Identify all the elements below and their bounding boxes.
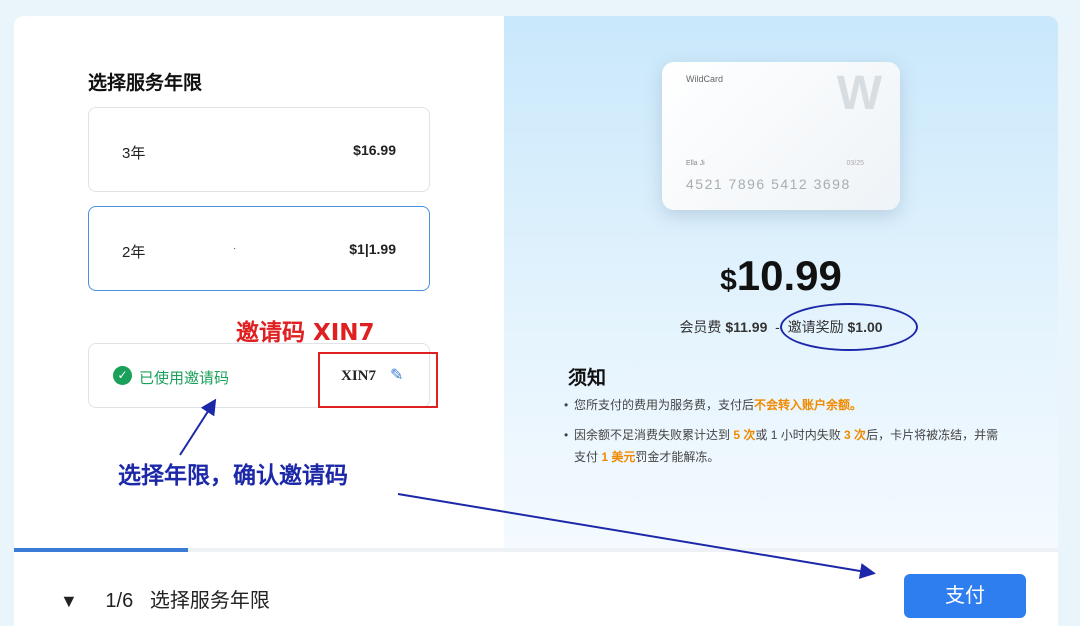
option-price: $1|1.99 bbox=[349, 241, 396, 257]
option-price: $16.99 bbox=[353, 142, 396, 158]
fee-label: 会员费 bbox=[679, 319, 722, 335]
step-label: 选择服务年限 bbox=[149, 590, 270, 612]
annotation-red-label: 邀请码 XIN7 bbox=[236, 320, 375, 346]
card-number: 4521 7896 5412 3698 bbox=[686, 176, 851, 192]
notice-highlight: 3 次 bbox=[844, 428, 867, 442]
option-3-years[interactable]: 3年 $16.99 bbox=[88, 107, 430, 192]
invite-status: 已使用邀请码 bbox=[139, 370, 230, 387]
price-amount: 10.99 bbox=[736, 252, 842, 299]
triangle-down-icon[interactable]: ▼ bbox=[60, 591, 78, 611]
currency-symbol: $ bbox=[720, 264, 737, 297]
step-indicator[interactable]: ▼ 1/6 选择服务年限 bbox=[60, 584, 270, 613]
total-price: $10.99 bbox=[504, 252, 1058, 300]
notice-item: • 因余额不足消费失败累计达到 5 次或 1 小时内失败 3 次后，卡片将被冻结… bbox=[564, 424, 1004, 468]
bullet: • bbox=[564, 428, 569, 442]
progress-fill bbox=[14, 548, 189, 552]
section-title: 选择服务年限 bbox=[88, 73, 203, 94]
payment-panel: 选择服务年限 3年 $16.99 2年 · $1|1.99 ✓ 已使用邀请码 X… bbox=[14, 16, 1058, 626]
option-2-years[interactable]: 2年 · $1|1.99 bbox=[88, 206, 430, 291]
notice-highlight: 不会转入账户余额。 bbox=[754, 398, 863, 412]
notice-title: 须知 bbox=[568, 368, 607, 389]
step-count: 1/6 bbox=[105, 590, 134, 612]
notice-item: • 您所支付的费用为服务费，支付后不会转入账户余额。 bbox=[564, 394, 1004, 416]
card-brand: WildCard bbox=[686, 74, 724, 84]
summary-pane: WildCard W Ella Ji 03/25 4521 7896 5412 … bbox=[504, 16, 1058, 548]
stray-marker: · bbox=[233, 243, 237, 254]
option-years-label: 3年 bbox=[122, 145, 146, 162]
notice-text: 因余额不足消费失败累计达到 bbox=[574, 428, 734, 442]
check-circle-icon: ✓ bbox=[113, 366, 132, 385]
bullet: • bbox=[564, 398, 569, 412]
card-holder: Ella Ji bbox=[686, 160, 705, 167]
fee-value: $11.99 bbox=[725, 319, 768, 335]
card-preview: WildCard W Ella Ji 03/25 4521 7896 5412 … bbox=[662, 62, 900, 210]
card-logo: W bbox=[836, 67, 882, 120]
notice-highlight: 1 美元 bbox=[601, 450, 636, 464]
notice-highlight: 5 次 bbox=[733, 428, 756, 442]
notice-text: 罚金才能解冻。 bbox=[635, 450, 720, 464]
annotation-blue-oval bbox=[780, 303, 918, 351]
option-years-label: 2年 bbox=[122, 244, 146, 261]
annotation-blue-label: 选择年限，确认邀请码 bbox=[118, 462, 348, 489]
pay-button[interactable]: 支付 bbox=[904, 574, 1026, 618]
notice-text: 或 1 小时内失败 bbox=[755, 428, 845, 442]
progress-bar bbox=[14, 548, 1058, 552]
annotation-red-box bbox=[318, 352, 438, 408]
card-expiry: 03/25 bbox=[846, 160, 864, 167]
notice-text: 您所支付的费用为服务费，支付后 bbox=[574, 398, 755, 412]
